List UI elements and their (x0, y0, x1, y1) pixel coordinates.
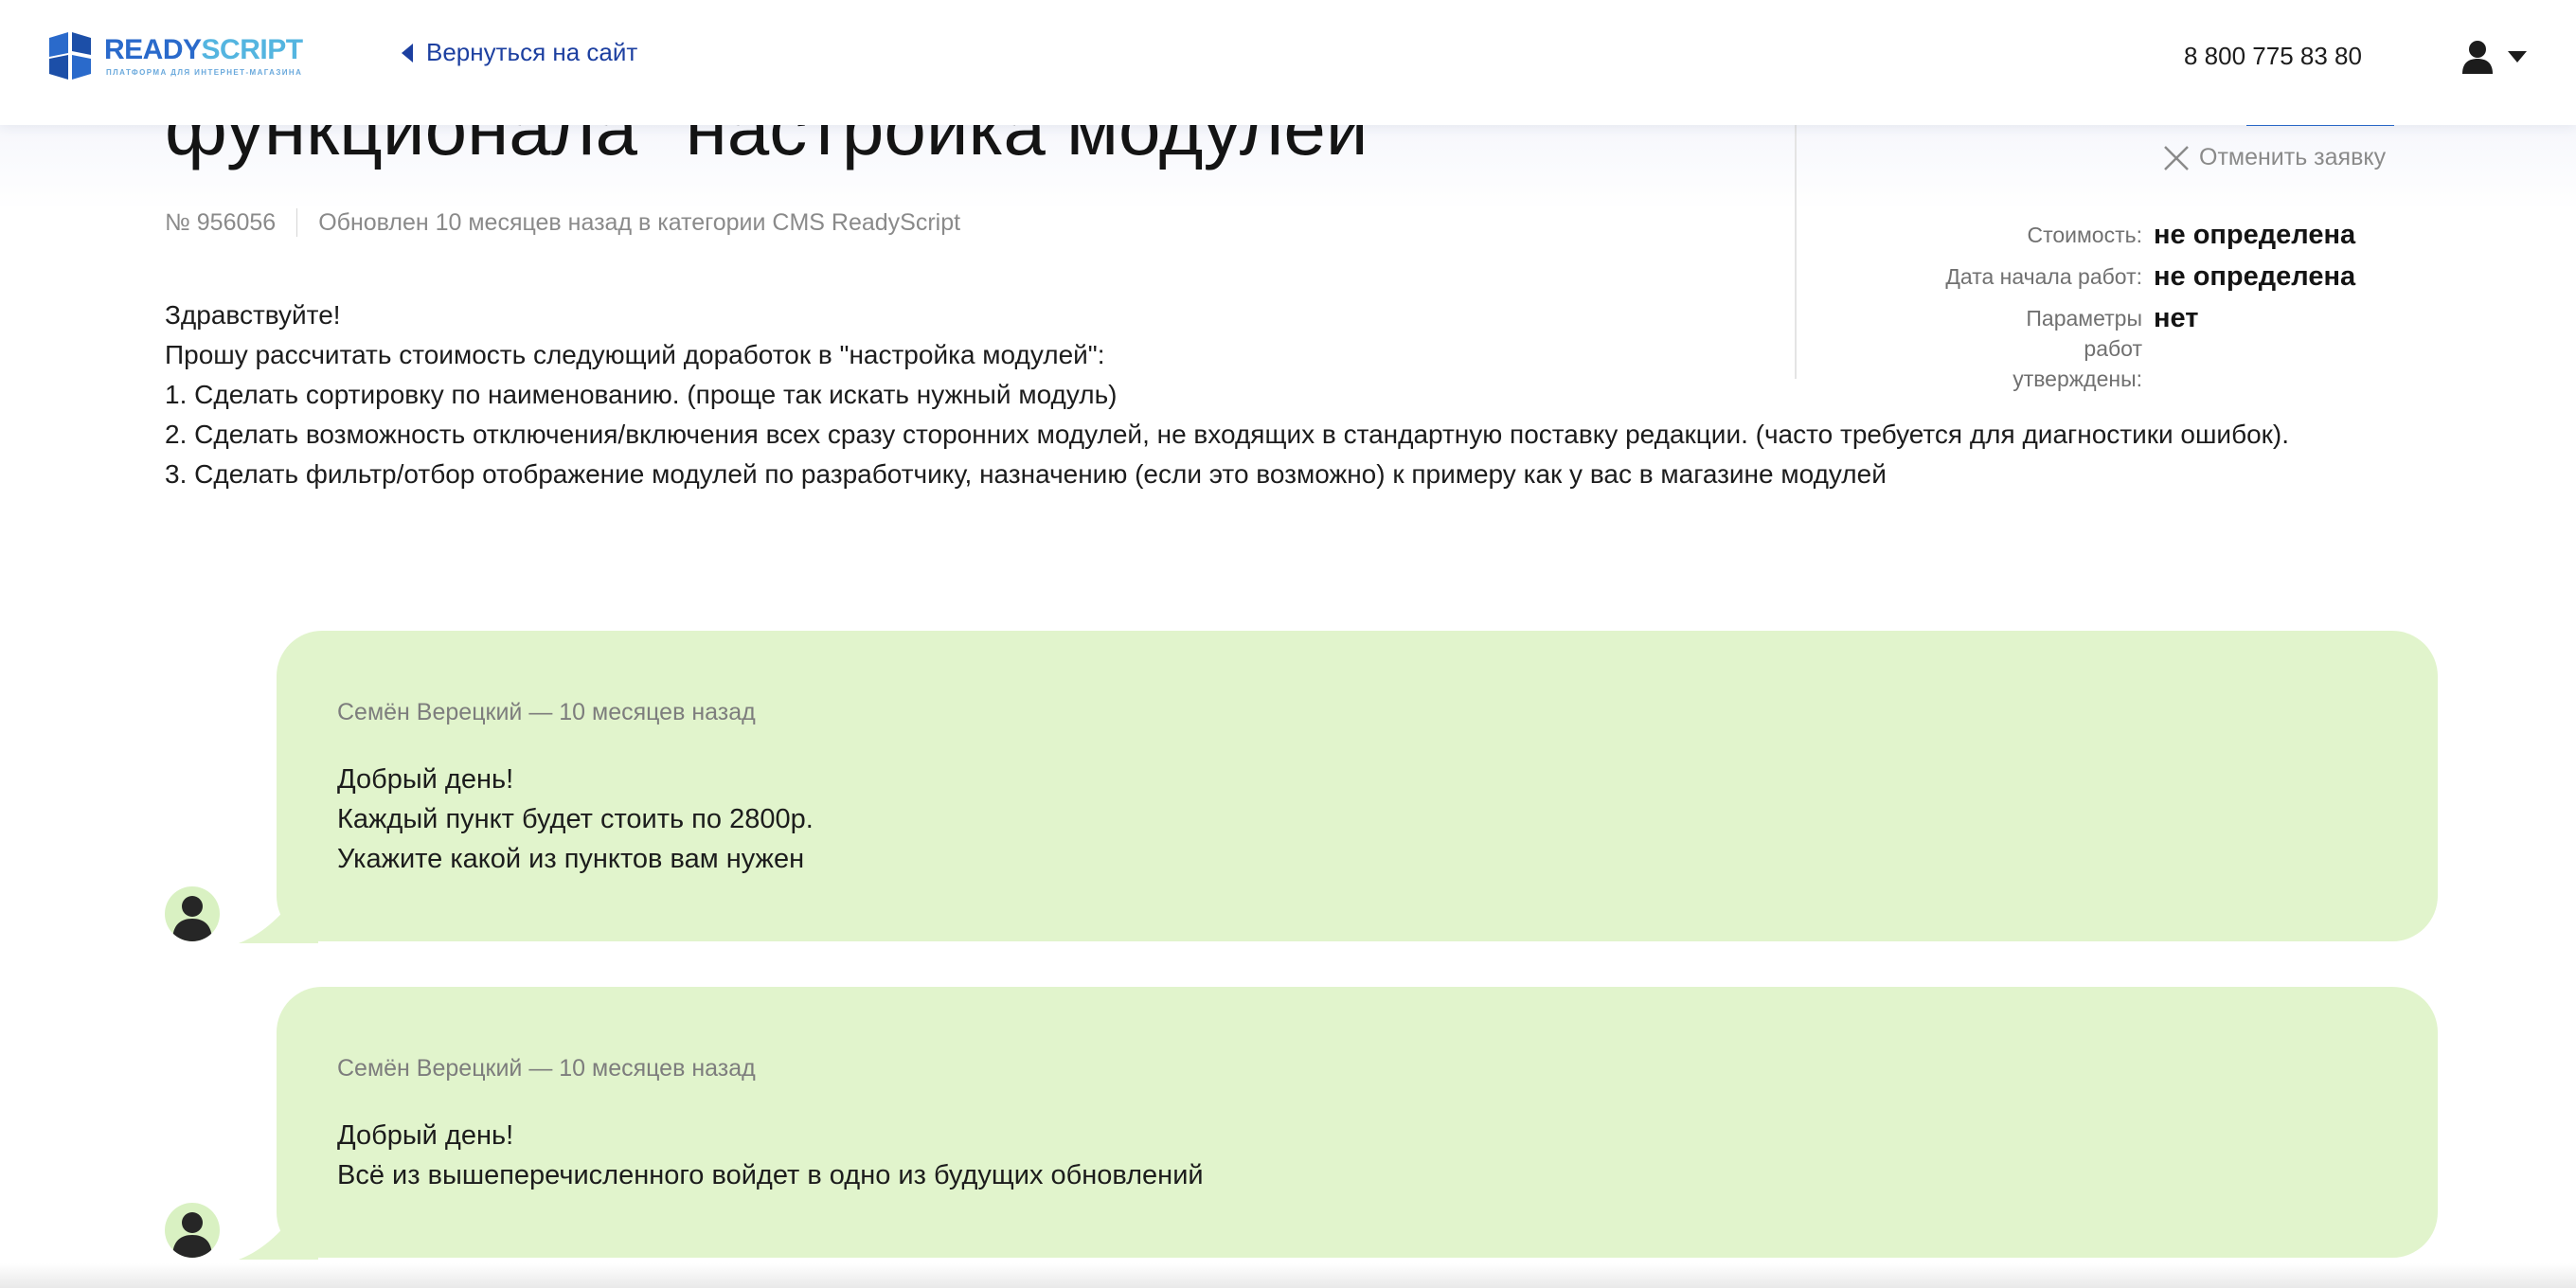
param-start-date: Дата начала работ: не определена (1828, 261, 2491, 292)
comment-item: Семён Верецкий — 10 месяцев назад Добрый… (165, 631, 2438, 943)
comment-bubble: Семён Верецкий — 10 месяцев назад Добрый… (277, 631, 2438, 941)
param-cost: Стоимость: не определена (1828, 220, 2491, 250)
bubble-tail (238, 886, 318, 943)
param-value: не определена (2154, 261, 2356, 292)
readyscript-logo[interactable]: READYSCRIPT ПЛАТФОРМА ДЛЯ ИНТЕРНЕТ-МАГАЗ… (47, 32, 303, 81)
request-meta: № 956056 Обновлен 10 месяцев назад в кат… (165, 208, 960, 237)
comment-author: Семён Верецкий — 10 месяцев назад (337, 1055, 756, 1082)
comment-author: Семён Верецкий — 10 месяцев назад (337, 699, 756, 725)
back-to-site-link[interactable]: Вернуться на сайт (402, 38, 637, 67)
meta-divider (296, 208, 298, 237)
cancel-request-label: Отменить заявку (2199, 144, 2387, 170)
bottom-shadow (0, 1263, 2576, 1288)
back-link-label: Вернуться на сайт (426, 38, 638, 66)
comment-text: Добрый день! Всё из вышеперечисленного в… (337, 1116, 2326, 1195)
comment-item: Семён Верецкий — 10 месяцев назад Добрый… (165, 987, 2438, 1261)
support-phone[interactable]: 8 800 775 83 80 (2184, 42, 2362, 71)
comment-line: Всё из вышеперечисленного войдет в одно … (337, 1160, 1204, 1190)
logo-tagline: ПЛАТФОРМА ДЛЯ ИНТЕРНЕТ-МАГАЗИНА (106, 68, 303, 77)
request-description: Здравствуйте! Прошу рассчитать стоимость… (165, 295, 2457, 494)
cancel-request-button[interactable]: Отменить заявку (2163, 144, 2386, 171)
description-line: Здравствуйте! (165, 300, 341, 330)
request-updated: Обновлен 10 месяцев назад в категории CM… (318, 208, 961, 236)
user-icon (2462, 41, 2493, 74)
user-silhouette-icon (172, 896, 212, 941)
caret-down-icon (2508, 51, 2527, 63)
bubble-tail (238, 1203, 318, 1260)
description-line: 1. Сделать сортировку по наименованию. (… (165, 380, 1118, 409)
logo-wordmark: READYSCRIPT (104, 34, 303, 65)
comment-line: Укажите какой из пунктов вам нужен (337, 844, 805, 874)
comment-bubble: Семён Верецкий — 10 месяцев назад Добрый… (277, 987, 2438, 1258)
close-icon (2164, 145, 2189, 170)
logo-mark-icon (49, 32, 91, 80)
avatar (165, 886, 220, 941)
description-line: 2. Сделать возможность отключения/включе… (165, 420, 2290, 449)
description-line: 3. Сделать фильтр/отбор отображение моду… (165, 459, 1887, 489)
user-menu-button[interactable] (2460, 38, 2546, 76)
comment-line: Каждый пункт будет стоить по 2800р. (337, 804, 814, 834)
description-line: Прошу рассчитать стоимость следующий дор… (165, 340, 1105, 369)
comment-text: Добрый день! Каждый пункт будет стоить п… (337, 760, 2326, 879)
comment-line: Добрый день! (337, 1120, 514, 1151)
param-label: Стоимость: (2027, 223, 2142, 247)
param-label: Дата начала работ: (1945, 264, 2142, 289)
request-number: № 956056 (165, 208, 277, 236)
top-header: READYSCRIPT ПЛАТФОРМА ДЛЯ ИНТЕРНЕТ-МАГАЗ… (0, 0, 2576, 125)
param-value: не определена (2154, 220, 2356, 250)
avatar (165, 1203, 220, 1258)
comment-line: Добрый день! (337, 764, 514, 795)
user-silhouette-icon (172, 1212, 212, 1258)
triangle-left-icon (402, 43, 413, 63)
